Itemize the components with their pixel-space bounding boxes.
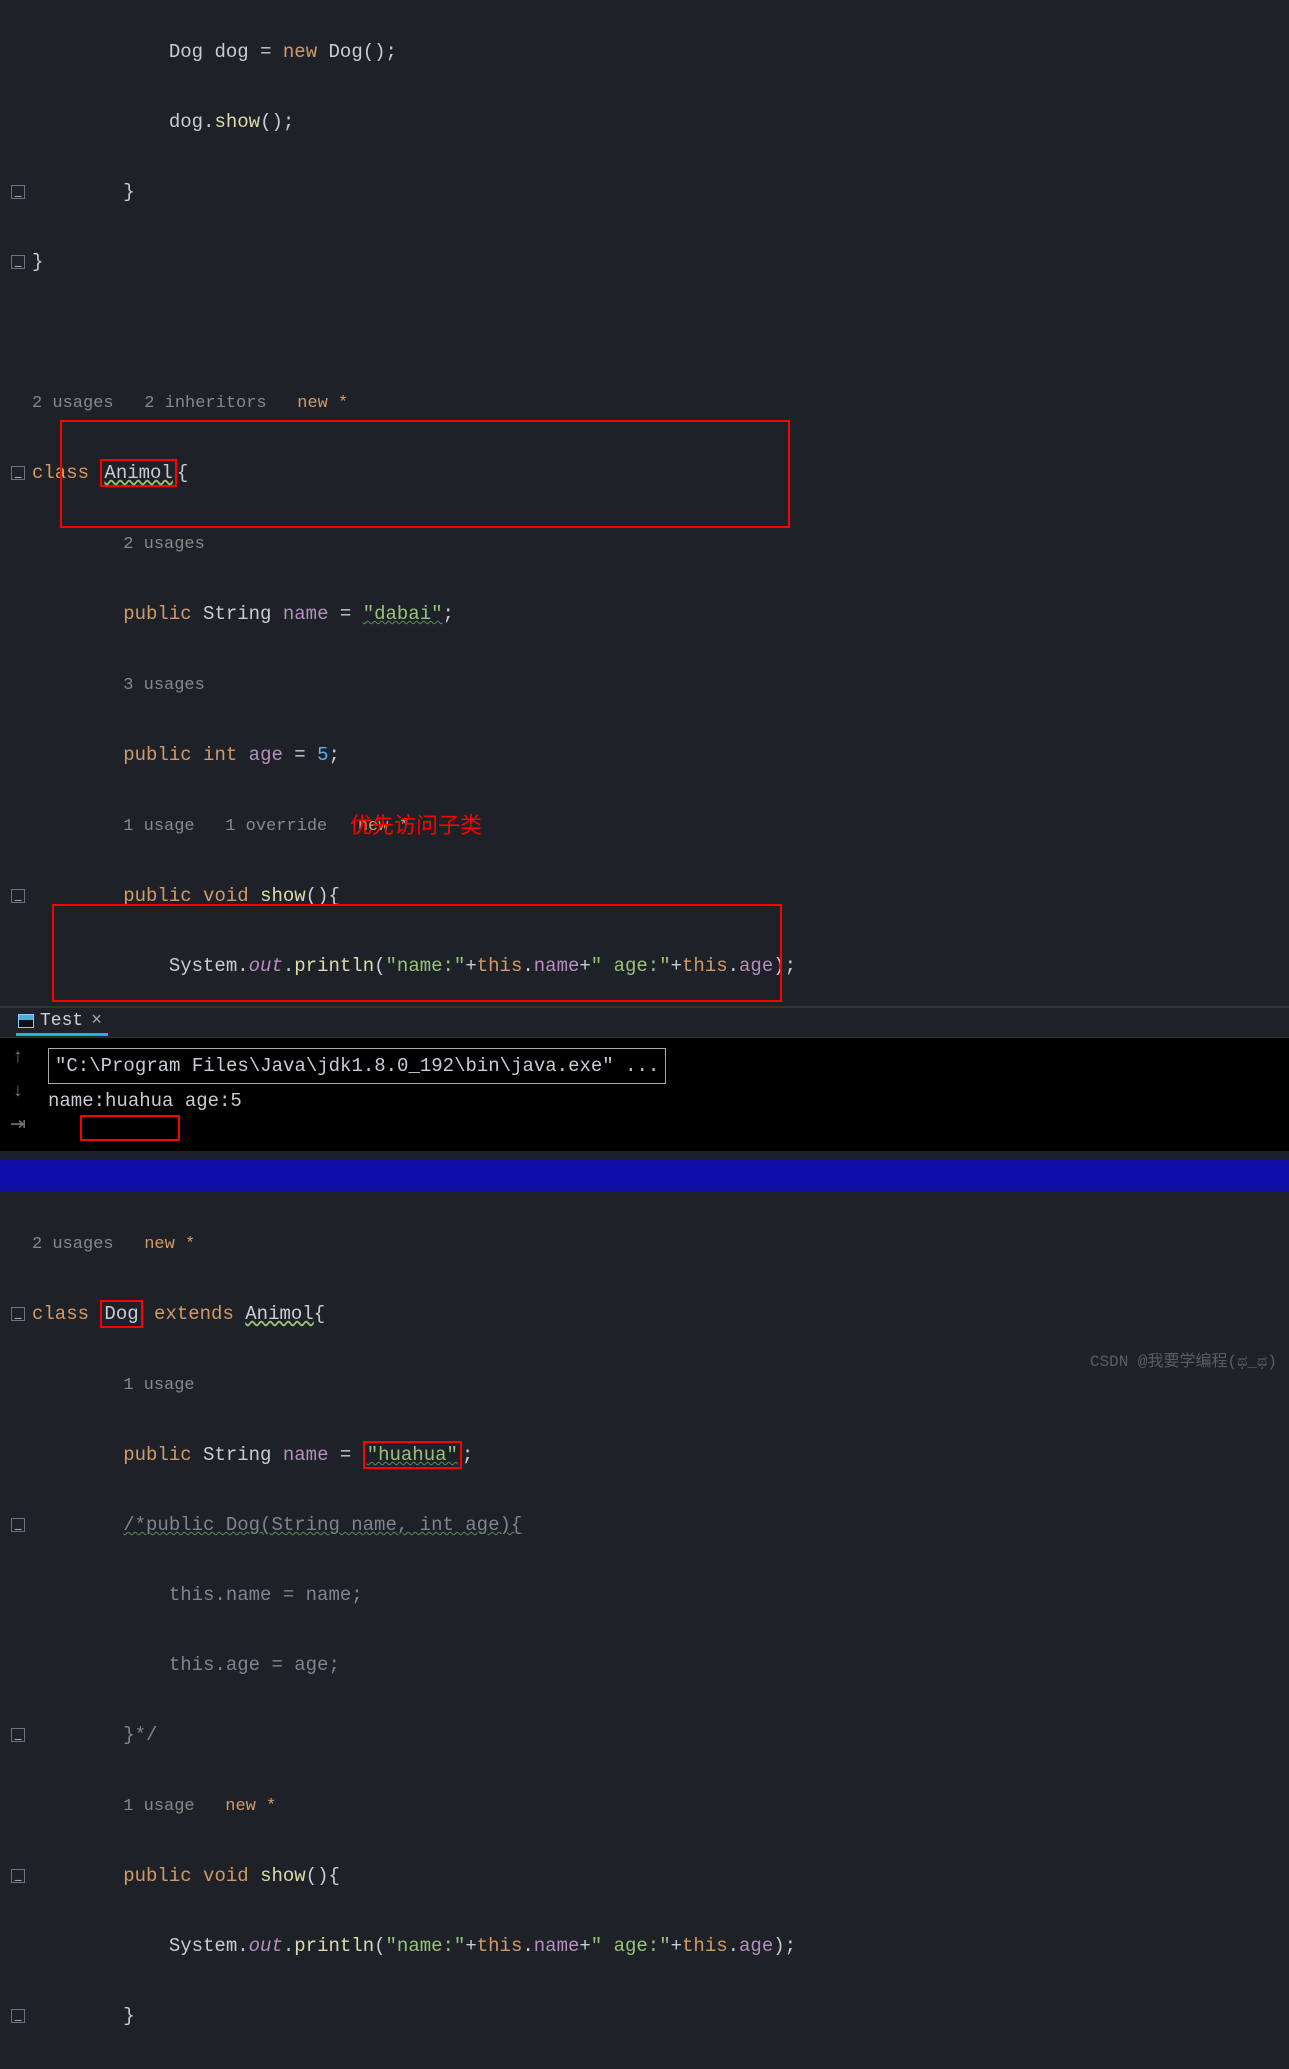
string-literal: "dabai" [363, 603, 443, 625]
inlay-hint[interactable]: 2 usages 2 inheritors new * [32, 394, 348, 413]
new-keyword: new [283, 41, 317, 63]
fold-icon[interactable] [11, 1518, 25, 1532]
fold-icon[interactable] [11, 185, 25, 199]
inlay-hint[interactable]: 1 usage new * [123, 1797, 276, 1816]
string-huahua: "huahua" [367, 1444, 458, 1466]
section-separator [0, 1159, 1289, 1191]
inlay-hint[interactable]: 3 usages [123, 676, 205, 695]
inlay-hint[interactable]: 2 usages new * [32, 1235, 195, 1254]
console-tabbar: Test × [0, 1008, 1289, 1038]
fold-icon[interactable] [11, 1307, 25, 1321]
fold-icon[interactable] [11, 255, 25, 269]
console-tab-label: Test [40, 1011, 83, 1031]
highlight-box-huahua: "huahua" [363, 1441, 462, 1469]
number-literal: 5 [317, 744, 328, 766]
comment-end: }*/ [123, 1724, 157, 1746]
fold-icon[interactable] [11, 466, 25, 480]
highlight-box-dog: Dog [100, 1300, 142, 1328]
stop-icon[interactable]: ↓ [0, 1074, 36, 1108]
scroll-icon[interactable]: ⇥ [0, 1108, 36, 1142]
comment-line: this.name = name; [169, 1584, 363, 1606]
method-show: show [260, 885, 306, 907]
field-age: age [249, 744, 283, 766]
watermark: CSDN @我要学编程(ಥ_ಥ) [1090, 1347, 1277, 1371]
console-command: "C:\Program Files\Java\jdk1.8.0_192\bin\… [48, 1048, 666, 1084]
run-config-icon [18, 1014, 34, 1028]
type-token: Dog [169, 41, 203, 63]
rerun-icon[interactable]: ↑ [0, 1040, 36, 1074]
fold-icon[interactable] [11, 1869, 25, 1883]
run-console: Test × "C:\Program Files\Java\jdk1.8.0_1… [0, 1006, 1289, 1151]
fold-icon[interactable] [11, 1728, 25, 1742]
ctor-token: Dog [329, 41, 363, 63]
var-ref: dog [169, 111, 203, 133]
class-name: Animol [104, 462, 172, 484]
out-field: out [249, 955, 283, 977]
extends-keyword: extends [154, 1303, 234, 1325]
class-name-dog: Dog [104, 1303, 138, 1325]
fold-icon[interactable] [11, 889, 25, 903]
close-icon[interactable]: × [91, 1011, 102, 1031]
code-editor[interactable]: Dog dog = new Dog(); dog.show(); } } 2 u… [0, 0, 1289, 1159]
comment-line: /*public Dog(String name, int age){ [123, 1514, 522, 1536]
field-name: name [283, 603, 329, 625]
console-tab-test[interactable]: Test × [16, 1009, 108, 1036]
highlight-box-animol: Animol [100, 459, 176, 487]
comment-line: this.age = age; [169, 1654, 340, 1676]
method-call: show [214, 111, 260, 133]
code-editor-2[interactable]: 2 usages new * class Dog extends Animol{… [0, 1191, 1289, 2069]
annotation-text: 优先访问子类 [350, 808, 482, 840]
console-toolbar: ↑ ↓ ⇥ [0, 1040, 36, 1142]
console-output[interactable]: "C:\Program Files\Java\jdk1.8.0_192\bin\… [0, 1038, 1289, 1118]
var-token: dog [214, 41, 248, 63]
inlay-hint[interactable]: 2 usages [123, 535, 205, 554]
fold-icon[interactable] [11, 2009, 25, 2023]
console-output-line: name:huahua age:5 [48, 1090, 242, 1112]
class-keyword: class [32, 462, 89, 484]
